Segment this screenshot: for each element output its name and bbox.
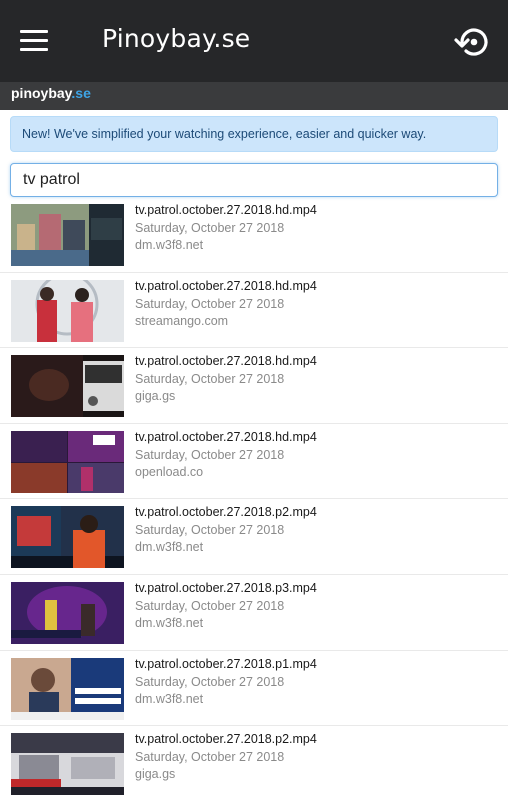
brand-name: pinoybay xyxy=(11,85,72,101)
result-date: Saturday, October 27 2018 xyxy=(135,221,285,235)
result-filename: tv.patrol.october.27.2018.p2.mp4 xyxy=(135,732,317,747)
video-thumbnail xyxy=(11,204,124,266)
menu-bar xyxy=(20,39,48,42)
result-date: Saturday, October 27 2018 xyxy=(135,372,285,387)
result-host: openload.co xyxy=(135,464,204,479)
result-filename: tv.patrol.october.27.2018.p1.mp4 xyxy=(135,656,317,671)
result-host: giga.gs xyxy=(135,389,176,404)
result-date: Saturday, October 27 2018 xyxy=(135,447,285,462)
app-title: Pinoybay.se xyxy=(102,24,251,53)
search-input[interactable] xyxy=(10,163,498,197)
result-host: giga.gs xyxy=(135,767,176,782)
result-filename: tv.patrol.october.27.2018.p3.mp4 xyxy=(135,580,317,595)
restore-icon[interactable] xyxy=(452,22,492,62)
video-thumbnail xyxy=(11,581,124,644)
results-list: tv.patrol.october.27.2018.hd.mp4 Saturda… xyxy=(0,197,508,800)
video-thumbnail xyxy=(11,355,124,418)
result-date: Saturday, October 27 2018 xyxy=(135,598,285,613)
brand-domain: .se xyxy=(71,85,91,101)
result-item[interactable]: tv.patrol.october.27.2018.p1.mp4 Saturda… xyxy=(0,651,508,727)
result-host: streamango.com xyxy=(135,313,229,328)
result-host: dm.w3f8.net xyxy=(135,615,204,630)
result-item[interactable]: tv.patrol.october.27.2018.hd.mp4 Saturda… xyxy=(0,424,508,500)
video-thumbnail xyxy=(11,279,124,342)
hamburger-menu-icon[interactable] xyxy=(14,24,54,56)
video-thumbnail xyxy=(11,733,124,796)
result-host: dm.w3f8.net xyxy=(135,238,204,252)
result-item[interactable]: tv.patrol.october.27.2018.hd.mp4 Saturda… xyxy=(0,348,508,424)
result-item[interactable]: tv.patrol.october.27.2018.hd.mp4 Saturda… xyxy=(0,273,508,349)
restore-icon-graphic xyxy=(454,28,488,56)
result-item[interactable]: tv.patrol.october.27.2018.p2.mp4 Saturda… xyxy=(0,726,508,800)
result-item[interactable]: tv.patrol.october.27.2018.p2.mp4 Saturda… xyxy=(0,499,508,575)
result-item[interactable]: tv.patrol.october.27.2018.hd.mp4 Saturda… xyxy=(0,197,508,273)
result-date: Saturday, October 27 2018 xyxy=(135,750,285,765)
info-notice: New! We've simplified your watching expe… xyxy=(10,116,498,152)
result-item[interactable]: tv.patrol.october.27.2018.p3.mp4 Saturda… xyxy=(0,575,508,651)
result-filename: tv.patrol.october.27.2018.hd.mp4 xyxy=(135,278,317,293)
result-date: Saturday, October 27 2018 xyxy=(135,674,285,689)
site-header: pinoybay.se xyxy=(0,82,508,110)
result-filename: tv.patrol.october.27.2018.hd.mp4 xyxy=(135,203,317,217)
result-host: dm.w3f8.net xyxy=(135,540,204,555)
video-thumbnail xyxy=(11,657,124,720)
result-date: Saturday, October 27 2018 xyxy=(135,523,285,538)
site-logo[interactable]: pinoybay.se xyxy=(11,85,91,101)
app-bar: Pinoybay.se xyxy=(0,0,508,82)
menu-bar xyxy=(20,30,48,33)
result-date: Saturday, October 27 2018 xyxy=(135,296,285,311)
result-filename: tv.patrol.october.27.2018.hd.mp4 xyxy=(135,429,317,444)
result-host: dm.w3f8.net xyxy=(135,691,204,706)
menu-bar xyxy=(20,48,48,51)
result-filename: tv.patrol.october.27.2018.hd.mp4 xyxy=(135,354,317,369)
video-thumbnail xyxy=(11,430,124,493)
video-thumbnail xyxy=(11,506,124,569)
result-filename: tv.patrol.october.27.2018.p2.mp4 xyxy=(135,505,317,520)
